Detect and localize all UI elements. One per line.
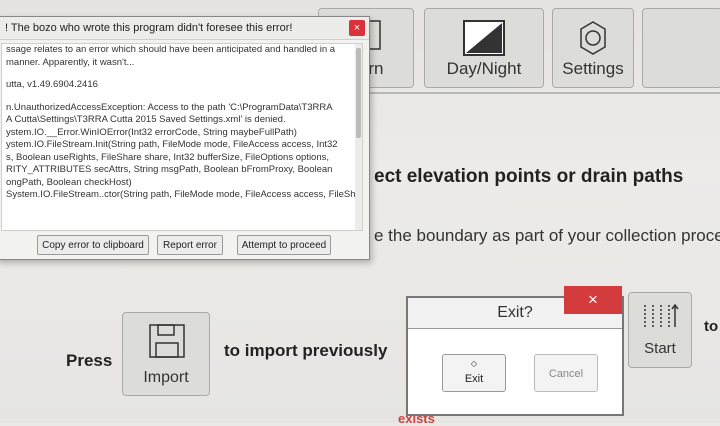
copy-error-button[interactable]: Copy error to clipboard <box>37 235 149 255</box>
import-label: Import <box>143 369 189 386</box>
start-icon <box>644 303 679 327</box>
floppy-disk-icon <box>149 324 185 358</box>
report-error-button[interactable]: Report error <box>157 235 223 255</box>
error-dialog-close-button[interactable]: × <box>349 20 365 36</box>
exit-dialog: Exit? × ◇ Exit Cancel <box>406 286 624 416</box>
error-line: ystem.IO.FileStream.Init(String path, Fi… <box>6 139 338 150</box>
day-night-label: Day/Night <box>446 59 522 78</box>
error-line: A Cutta\Settings\T3RRA Cutta 2015 Saved … <box>6 114 286 125</box>
settings-button[interactable]: Settings <box>552 8 634 88</box>
error-details[interactable]: ssage relates to an error which should h… <box>1 43 363 231</box>
cancel-button[interactable]: Cancel <box>534 354 598 392</box>
toolbar-tile-partial[interactable] <box>642 8 720 88</box>
scrollbar-thumb[interactable] <box>356 48 361 138</box>
error-scrollbar[interactable] <box>355 44 362 230</box>
error-dialog: ! The bozo who wrote this program didn't… <box>0 16 370 260</box>
import-instruction: to import previously <box>224 341 388 360</box>
error-line: s, Boolean useRights, FileShare share, I… <box>6 151 330 163</box>
error-line: ongPath, Boolean checkHost) <box>6 176 132 188</box>
exit-button-label: Exit <box>464 373 484 385</box>
gear-icon <box>580 21 606 55</box>
instruction-line-2: e the boundary as part of your collectio… <box>374 226 720 245</box>
attempt-proceed-button[interactable]: Attempt to proceed <box>237 235 331 255</box>
error-line: manner. Apparently, it wasn't... <box>6 56 135 68</box>
error-line: n.UnauthorizedAccessException: Access to… <box>6 101 333 113</box>
error-line: ssage relates to an error which should h… <box>6 44 336 55</box>
start-button[interactable]: Start <box>628 292 692 368</box>
error-line: System.IO.FileStream..ctor(String path, … <box>6 189 363 200</box>
error-line: utta, v1.49.6904.2416 <box>6 79 98 90</box>
settings-label: Settings <box>562 59 624 78</box>
error-dialog-title: ! The bozo who wrote this program didn't… <box>0 17 369 40</box>
to-label: to <box>704 318 719 335</box>
import-button[interactable]: Import <box>122 312 210 396</box>
app-screen: Scrn Day/Night Settings ect elevation po… <box>0 0 720 426</box>
exit-dialog-close-button[interactable]: × <box>564 286 622 314</box>
exit-button[interactable]: ◇ Exit <box>442 354 506 392</box>
start-label: Start <box>644 340 676 357</box>
day-night-button[interactable]: Day/Night <box>424 8 544 88</box>
exit-diamond-icon: ◇ <box>470 359 478 368</box>
day-night-icon <box>463 20 505 56</box>
toolbar-divider <box>370 92 720 94</box>
cancel-button-label: Cancel <box>548 368 584 380</box>
press-label: Press <box>66 351 113 370</box>
error-line: RITY_ATTRIBUTES secAttrs, String msgPath… <box>6 164 333 175</box>
error-line: ystem.IO.__Error.WinIOError(Int32 errorC… <box>6 126 297 138</box>
instruction-line-1: ect elevation points or drain paths <box>374 166 684 187</box>
